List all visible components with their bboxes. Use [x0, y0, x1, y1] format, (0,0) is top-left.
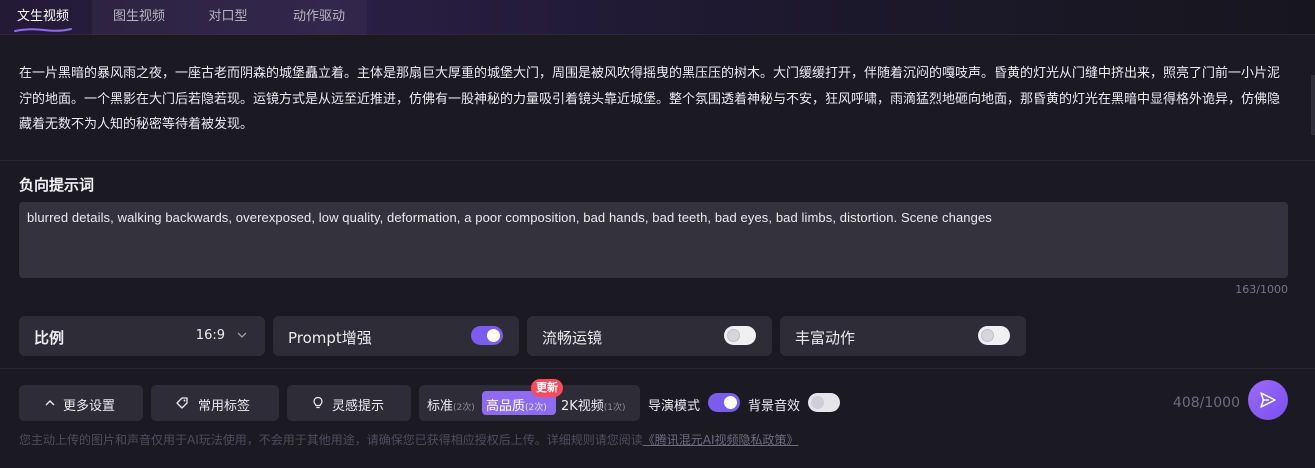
quality-high-label: 高品质 [486, 399, 526, 414]
negative-prompt-text[interactable]: blurred details, walking backwards, over… [27, 210, 992, 225]
negative-prompt-count: 163/1000 [1235, 283, 1288, 296]
prompt-enhance-label: Prompt增强 [288, 329, 372, 347]
quality-standard-cost: (2次) [453, 403, 475, 413]
quality-high-cost: (2次) [525, 403, 547, 413]
rich-motion-toggle[interactable] [978, 326, 1010, 345]
disclaimer-text: 您主动上传的图片和声音仅用于AI玩法使用，不会用于其他用途，请确保您已获得相应授… [19, 433, 643, 447]
inspiration-button[interactable]: 灵感提示 [287, 385, 411, 421]
toggle-knob [487, 329, 500, 342]
quality-selector: 标准(2次) 高品质(2次) 2K视频(1次) [419, 385, 640, 421]
prompt-enhance-toggle[interactable] [471, 326, 503, 345]
top-tab-bar: 文生视频 图生视频 对口型 动作驱动 [0, 0, 1315, 35]
tab-image-to-video[interactable]: 图生视频 [100, 0, 178, 35]
toggle-knob [811, 396, 824, 409]
smooth-camera-option: 流畅运镜 [527, 316, 772, 356]
quality-2k-cost: (1次) [603, 403, 626, 413]
tab-lip-sync[interactable]: 对口型 [195, 0, 261, 35]
negative-prompt-input[interactable]: blurred details, walking backwards, over… [19, 202, 1288, 278]
send-icon [1260, 392, 1276, 408]
tab-motion-drive[interactable]: 动作驱动 [283, 0, 355, 35]
quality-standard[interactable]: 标准(2次) [427, 395, 475, 414]
prompt-text[interactable]: 在一片黑暗的暴风雨之夜，一座古老而阴森的城堡矗立着。主体是那扇巨大厚重的城堡大门… [19, 61, 1289, 138]
smooth-camera-toggle[interactable] [724, 326, 756, 345]
rich-motion-label: 丰富动作 [795, 329, 856, 347]
lightbulb-icon [313, 396, 323, 409]
common-tags-label: 常用标签 [198, 399, 251, 414]
negative-prompt-title: 负向提示词 [19, 176, 95, 194]
chevron-down-icon [237, 332, 247, 338]
ratio-select[interactable]: 比例 16:9 [19, 316, 265, 356]
inspiration-label: 灵感提示 [332, 399, 385, 414]
ratio-value: 16:9 [195, 328, 225, 343]
prompt-area[interactable]: 在一片黑暗的暴风雨之夜，一座古老而阴森的城堡矗立着。主体是那扇巨大厚重的城堡大门… [0, 35, 1315, 161]
tag-icon [176, 397, 188, 409]
quality-standard-label: 标准 [427, 399, 454, 414]
prompt-char-count: 408/1000 [1172, 395, 1240, 411]
bg-sound-label: 背景音效 [748, 399, 801, 414]
prompt-enhance-option: Prompt增强 [273, 316, 519, 356]
rich-motion-option: 丰富动作 [780, 316, 1026, 356]
toggle-knob [724, 396, 737, 409]
more-settings-button[interactable]: 更多设置 [19, 385, 143, 421]
smooth-camera-label: 流畅运镜 [542, 329, 603, 347]
common-tags-button[interactable]: 常用标签 [151, 385, 279, 421]
more-settings-label: 更多设置 [63, 399, 116, 414]
ratio-label: 比例 [34, 329, 65, 347]
upload-disclaimer: 您主动上传的图片和声音仅用于AI玩法使用，不会用于其他用途，请确保您已获得相应授… [19, 431, 799, 448]
director-mode-toggle[interactable] [708, 393, 740, 412]
prompt-scrollbar[interactable] [1311, 75, 1315, 135]
tab-active-underline [14, 28, 72, 32]
chevron-up-icon [45, 400, 55, 406]
privacy-policy-link[interactable]: 《腾讯混元AI视频隐私政策》 [643, 433, 799, 447]
quality-2k[interactable]: 2K视频(1次) [561, 395, 626, 414]
director-mode-label: 导演模式 [648, 399, 701, 414]
bg-sound-toggle[interactable] [808, 393, 840, 412]
update-badge: 更新 [531, 379, 563, 397]
toggle-knob [727, 329, 740, 342]
toggle-knob [981, 329, 994, 342]
send-button[interactable] [1248, 380, 1288, 420]
quality-2k-label: 2K视频 [561, 399, 604, 414]
